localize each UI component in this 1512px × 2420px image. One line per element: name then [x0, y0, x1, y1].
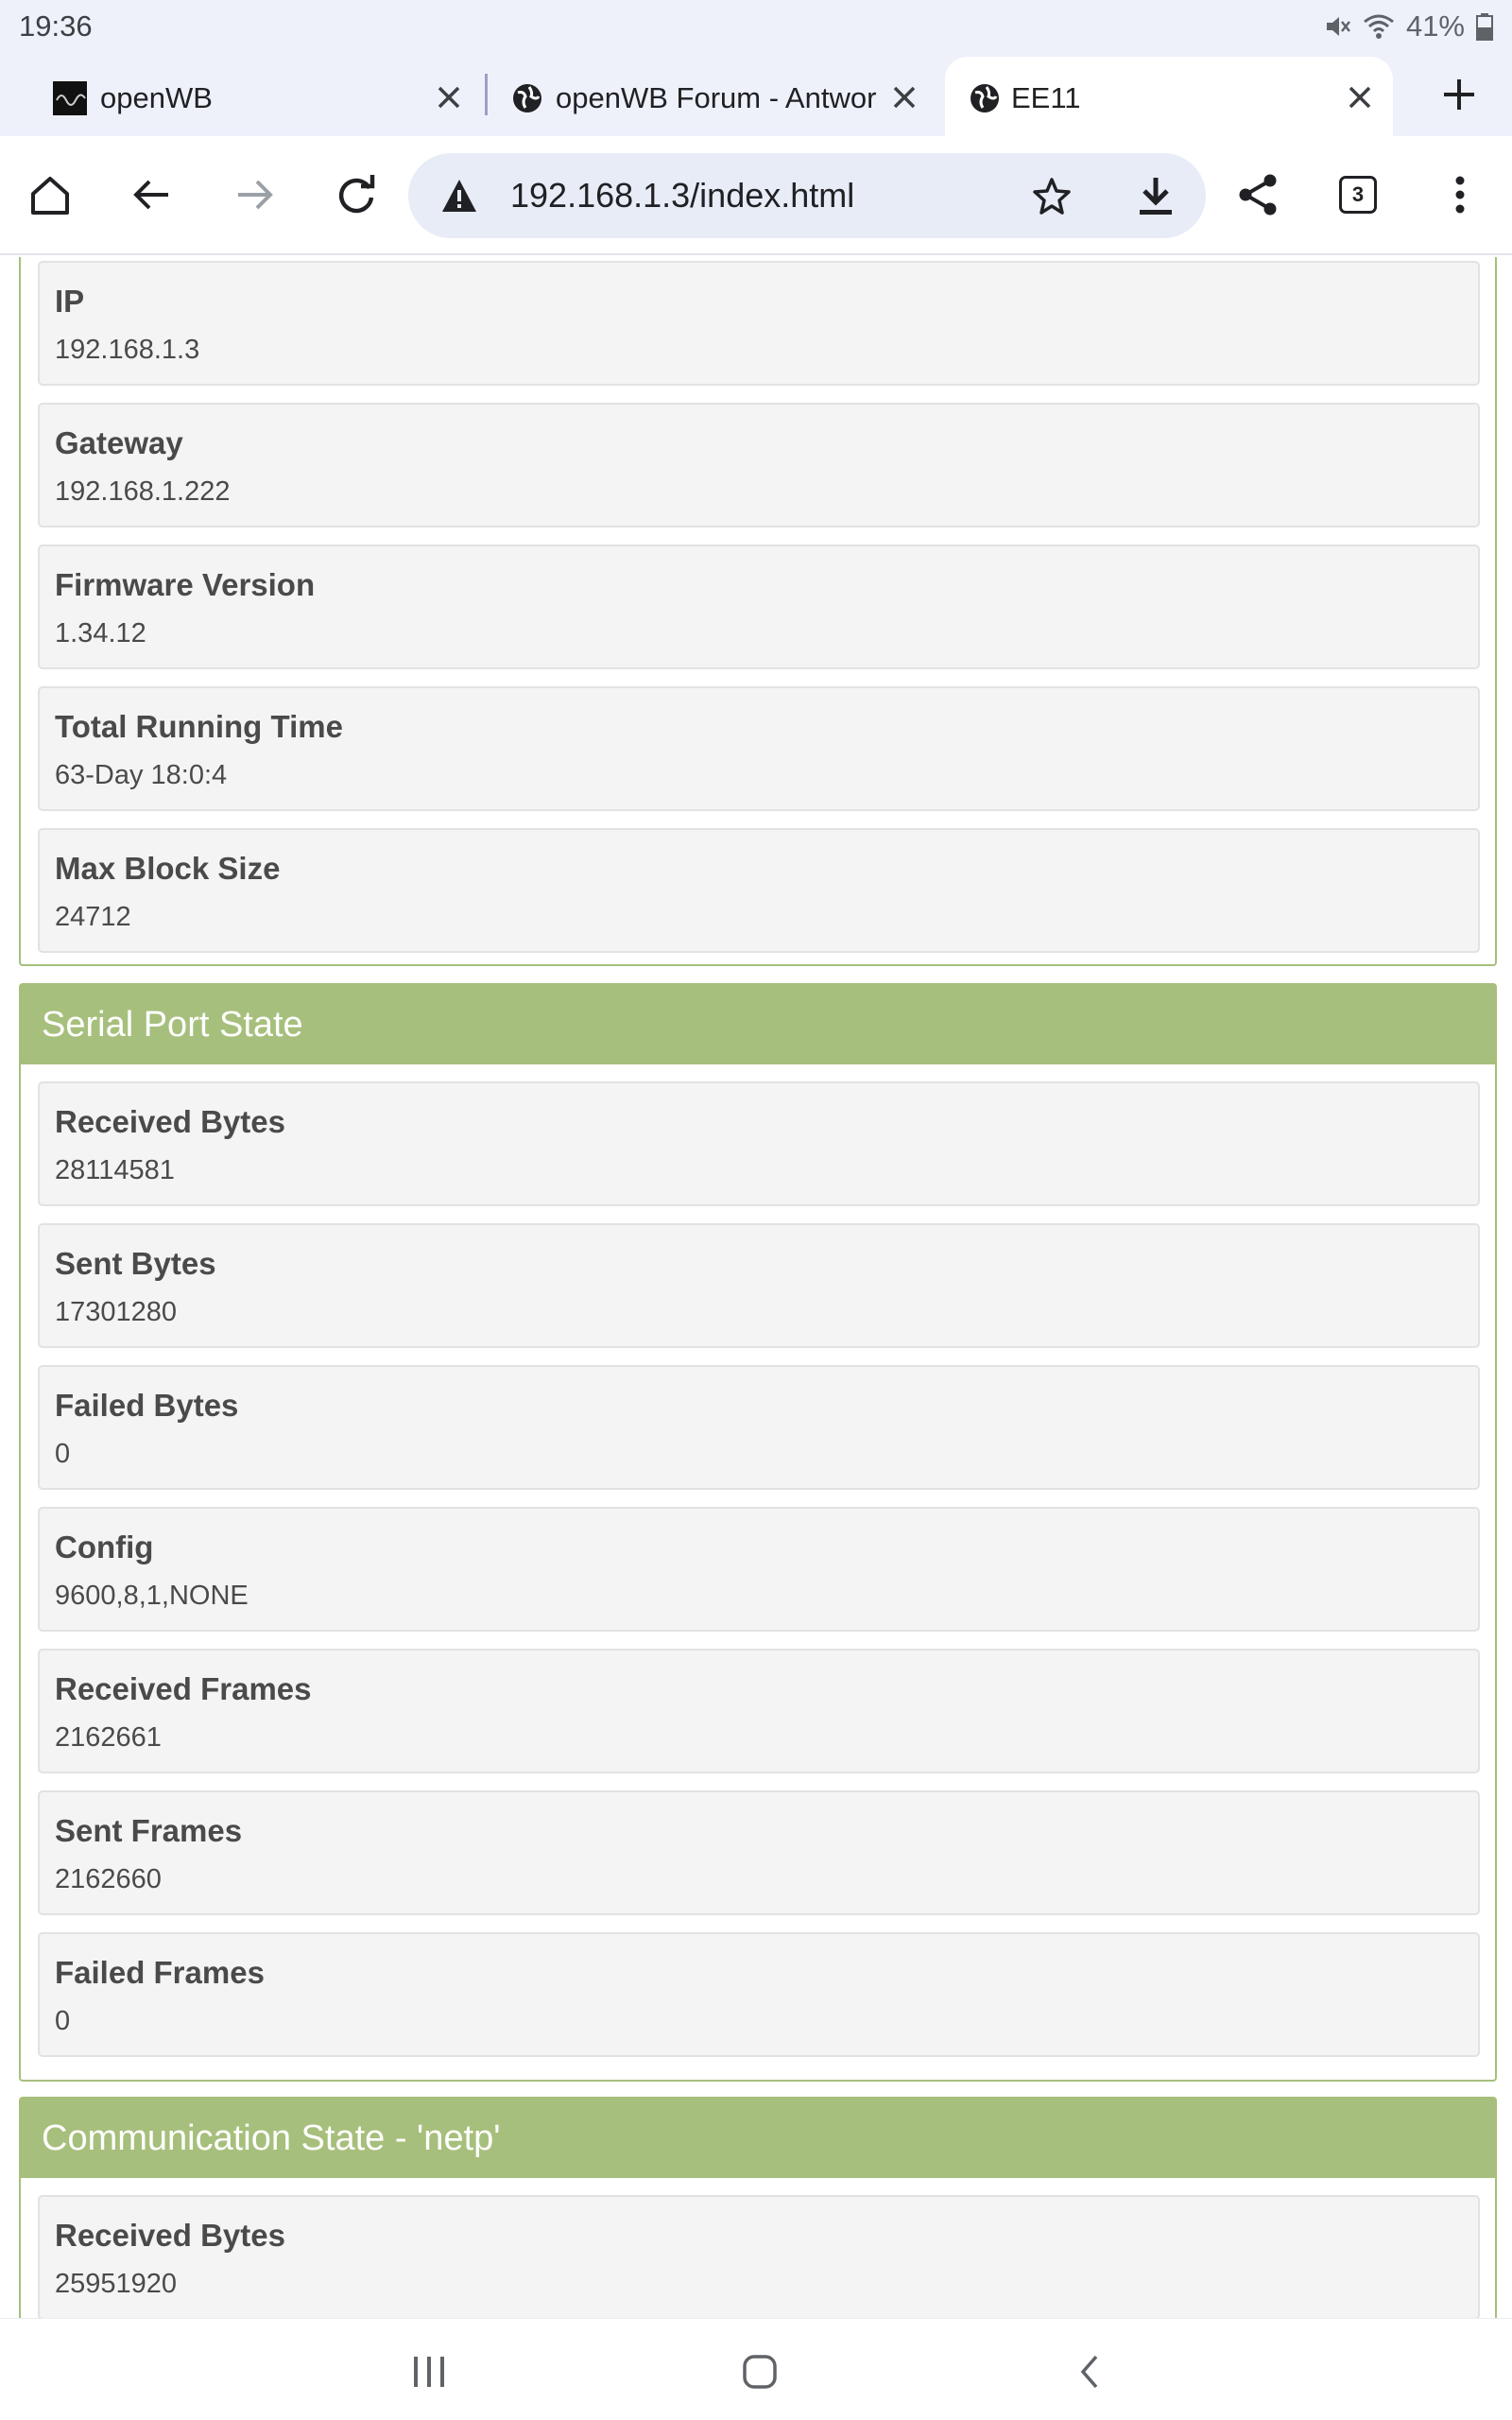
tab-count: 3 — [1339, 176, 1377, 214]
reload-icon[interactable] — [329, 167, 384, 222]
field-firmware-version: Firmware Version 1.34.12 — [38, 544, 1480, 669]
field-failed-bytes: Failed Bytes 0 — [38, 1365, 1480, 1490]
battery-percent: 41% — [1405, 9, 1465, 43]
tab-title: openWB Forum - Antwor — [556, 81, 877, 114]
field-received-bytes: Received Bytes 25951920 — [38, 2195, 1480, 2318]
field-value: 0 — [55, 2006, 71, 2036]
system-navigation-bar — [0, 2318, 1512, 2420]
battery-icon — [1476, 12, 1493, 41]
field-received-bytes: Received Bytes 28114581 — [38, 1081, 1480, 1206]
download-icon[interactable] — [1136, 174, 1176, 222]
field-label: Max Block Size — [55, 851, 281, 886]
field-received-frames: Received Frames 2162661 — [38, 1649, 1480, 1773]
mute-icon — [1323, 12, 1351, 41]
field-label: Sent Frames — [55, 1813, 243, 1848]
back-arrow-icon[interactable] — [125, 167, 180, 222]
tab-title: openWB — [100, 81, 213, 114]
field-value: 2162661 — [55, 1722, 162, 1753]
field-value: 24712 — [55, 902, 131, 932]
recent-apps-icon[interactable] — [401, 2343, 457, 2400]
field-max-block-size: Max Block Size 24712 — [38, 828, 1480, 953]
panel-header: Communication State - 'netp' — [21, 2099, 1495, 2178]
field-label: Received Frames — [55, 1671, 312, 1706]
field-label: Gateway — [55, 425, 183, 460]
tab-openwb-forum[interactable]: openWB Forum - Antwor — [491, 57, 926, 136]
address-bar[interactable]: 192.168.1.3/index.html — [408, 153, 1206, 238]
globe-icon — [510, 81, 544, 115]
browser-toolbar: 192.168.1.3/index.html 3 — [0, 136, 1512, 255]
tab-ee11[interactable]: EE11 — [945, 57, 1393, 136]
wifi-icon — [1363, 12, 1395, 41]
tab-strip: openWB openWB Forum - Antwor EE11 — [0, 53, 1512, 136]
field-label: Failed Frames — [55, 1955, 265, 1990]
field-value: 1.34.12 — [55, 618, 146, 648]
field-ip: IP 192.168.1.3 — [38, 261, 1480, 386]
tab-switcher-button[interactable]: 3 — [1331, 167, 1385, 222]
field-label: Sent Bytes — [55, 1246, 216, 1281]
field-value: 2162660 — [55, 1864, 162, 1894]
panel-header: Serial Port State — [21, 985, 1495, 1064]
back-nav-icon[interactable] — [1062, 2343, 1119, 2400]
field-value: 25951920 — [55, 2269, 178, 2299]
new-tab-icon[interactable] — [1436, 72, 1482, 117]
field-failed-frames: Failed Frames 0 — [38, 1932, 1480, 2057]
field-label: Firmware Version — [55, 567, 316, 602]
communication-state-panel: Communication State - 'netp' Received By… — [19, 2097, 1497, 2318]
field-label: Config — [55, 1530, 154, 1564]
field-value: 17301280 — [55, 1297, 178, 1327]
openwb-favicon-icon — [53, 81, 87, 115]
field-total-running-time: Total Running Time 63-Day 18:0:4 — [38, 686, 1480, 811]
more-menu-icon[interactable] — [1433, 167, 1487, 222]
field-gateway: Gateway 192.168.1.222 — [38, 403, 1480, 527]
field-value: 192.168.1.3 — [55, 335, 200, 365]
field-label: Received Bytes — [55, 1104, 285, 1139]
system-state-panel: IP 192.168.1.3 Gateway 192.168.1.222 Fir… — [19, 257, 1497, 966]
serial-port-state-panel: Serial Port State Received Bytes 2811458… — [19, 983, 1497, 2082]
status-bar: 19:36 41% — [0, 0, 1512, 53]
share-icon[interactable] — [1230, 167, 1285, 222]
status-icons: 41% — [1323, 9, 1493, 43]
home-nav-icon[interactable] — [731, 2343, 788, 2400]
bookmark-star-icon[interactable] — [1032, 176, 1072, 220]
field-value: 63-Day 18:0:4 — [55, 760, 228, 790]
field-sent-frames: Sent Frames 2162660 — [38, 1790, 1480, 1915]
tab-separator — [485, 74, 488, 115]
close-tab-icon[interactable] — [888, 81, 920, 113]
field-value: 0 — [55, 1439, 71, 1469]
field-value: 192.168.1.222 — [55, 476, 231, 507]
not-secure-warning-icon[interactable] — [440, 178, 478, 218]
field-label: IP — [55, 284, 85, 319]
field-sent-bytes: Sent Bytes 17301280 — [38, 1223, 1480, 1348]
field-config: Config 9600,8,1,NONE — [38, 1507, 1480, 1632]
page-content: IP 192.168.1.3 Gateway 192.168.1.222 Fir… — [0, 257, 1512, 2318]
forward-arrow-icon[interactable] — [227, 167, 282, 222]
home-icon[interactable] — [23, 167, 77, 222]
field-value: 9600,8,1,NONE — [55, 1581, 249, 1611]
close-tab-icon[interactable] — [433, 81, 465, 113]
tab-title: EE11 — [1011, 81, 1081, 114]
field-label: Total Running Time — [55, 709, 343, 744]
status-time: 19:36 — [19, 9, 93, 43]
url-text[interactable]: 192.168.1.3/index.html — [510, 176, 854, 216]
field-label: Received Bytes — [55, 2218, 285, 2253]
tab-openwb[interactable]: openWB — [19, 57, 472, 136]
globe-icon — [968, 81, 1002, 115]
field-label: Failed Bytes — [55, 1388, 239, 1423]
field-value: 28114581 — [55, 1155, 175, 1185]
close-tab-icon[interactable] — [1344, 81, 1376, 113]
